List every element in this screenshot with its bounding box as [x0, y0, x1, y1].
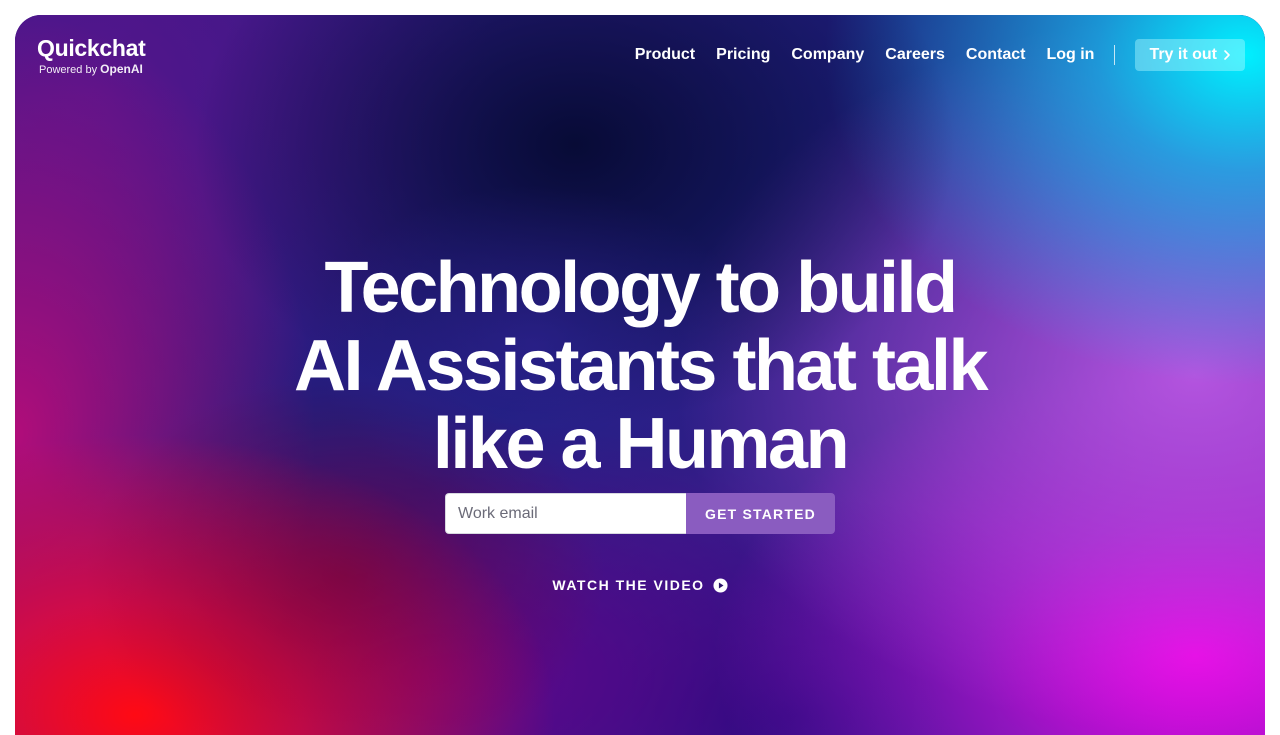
nav-careers[interactable]: Careers — [885, 46, 945, 64]
powered-by: Powered by OpenAI — [39, 62, 146, 77]
nav-divider — [1114, 45, 1116, 65]
get-started-button[interactable]: GET STARTED — [686, 493, 835, 534]
signup-form: GET STARTED — [445, 493, 835, 534]
nav-log-in[interactable]: Log in — [1046, 46, 1094, 64]
play-circle-icon — [713, 577, 728, 593]
watch-video-label: WATCH THE VIDEO — [552, 577, 705, 593]
nav-company[interactable]: Company — [791, 46, 864, 64]
nav-product[interactable]: Product — [635, 46, 695, 64]
try-it-out-button[interactable]: Try it out — [1135, 39, 1245, 71]
try-it-out-label: Try it out — [1149, 46, 1217, 63]
hero-heading-line-1: Technology to build — [324, 248, 958, 329]
hero-heading: Technology to build AI Assistants that t… — [15, 249, 1265, 483]
brand-logo[interactable]: Quickchat Powered by OpenAI — [37, 36, 146, 77]
brand-name: Quickchat — [37, 35, 146, 61]
hero-section: Quickchat Powered by OpenAI Product Pric… — [15, 15, 1265, 735]
powered-by-brand: OpenAI — [100, 62, 143, 76]
watch-video-link[interactable]: WATCH THE VIDEO — [15, 577, 1265, 593]
hero-heading-line-3: like a Human — [432, 404, 850, 485]
work-email-input[interactable] — [445, 493, 686, 534]
hero-heading-line-2: AI Assistants that talk — [293, 326, 989, 407]
powered-by-prefix: Powered by — [39, 64, 98, 76]
chevron-right-icon — [1224, 50, 1230, 60]
nav-pricing[interactable]: Pricing — [716, 46, 770, 64]
nav-contact[interactable]: Contact — [966, 46, 1026, 64]
top-nav: Product Pricing Company Careers Contact … — [635, 39, 1245, 71]
